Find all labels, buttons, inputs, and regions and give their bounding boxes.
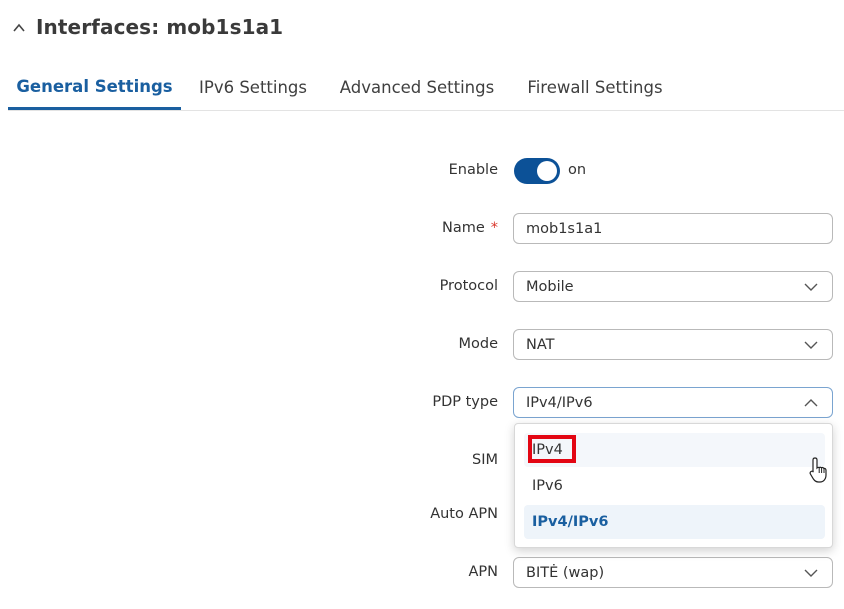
annotation-highlight-box bbox=[528, 435, 576, 463]
mode-value: NAT bbox=[526, 336, 555, 353]
mode-select[interactable]: NAT bbox=[513, 329, 833, 360]
name-label-text: Name bbox=[441, 220, 485, 236]
protocol-label: Protocol bbox=[439, 278, 498, 294]
chevron-down-icon bbox=[804, 283, 818, 291]
apn-value: BITĖ (wap) bbox=[526, 564, 605, 581]
chevron-up-icon bbox=[804, 399, 818, 407]
hand-pointer-icon bbox=[809, 457, 827, 483]
option-ipv4[interactable]: IPv4 bbox=[524, 433, 825, 467]
option-ipv4-ipv6[interactable]: IPv4/IPv6 bbox=[524, 505, 825, 539]
chevron-down-icon bbox=[804, 569, 818, 577]
tab-ipv6-settings[interactable]: IPv6 Settings bbox=[181, 66, 325, 109]
enable-state-text: on bbox=[568, 162, 587, 178]
pdp-type-value: IPv4/IPv6 bbox=[526, 394, 593, 411]
apn-select[interactable]: BITĖ (wap) bbox=[513, 557, 833, 588]
pdp-type-dropdown: IPv4 IPv6 IPv4/IPv6 bbox=[514, 423, 833, 548]
required-marker: * bbox=[490, 220, 498, 236]
tab-firewall-settings[interactable]: Firewall Settings bbox=[509, 66, 681, 109]
sim-label: SIM bbox=[472, 452, 498, 468]
page-title: Interfaces: mob1s1a1 bbox=[36, 15, 284, 39]
tab-bar: General Settings IPv6 Settings Advanced … bbox=[8, 66, 844, 111]
name-input[interactable] bbox=[526, 220, 820, 237]
mode-label: Mode bbox=[458, 336, 498, 352]
pdp-type-select[interactable]: IPv4/IPv6 bbox=[513, 387, 833, 418]
name-field-wrapper bbox=[513, 213, 833, 244]
page-header: Interfaces: mob1s1a1 bbox=[12, 12, 283, 42]
toggle-knob bbox=[537, 161, 557, 181]
option-ipv6[interactable]: IPv6 bbox=[524, 469, 825, 503]
tab-general-settings[interactable]: General Settings bbox=[8, 66, 181, 110]
apn-label: APN bbox=[468, 564, 498, 580]
pdp-type-label: PDP type bbox=[432, 394, 498, 410]
chevron-down-icon bbox=[804, 341, 818, 349]
enable-toggle[interactable] bbox=[514, 158, 560, 184]
auto-apn-label: Auto APN bbox=[430, 506, 498, 522]
tab-advanced-settings[interactable]: Advanced Settings bbox=[325, 66, 509, 109]
name-label: Name * bbox=[442, 220, 498, 236]
protocol-value: Mobile bbox=[526, 278, 574, 295]
enable-label: Enable bbox=[448, 162, 498, 178]
protocol-select[interactable]: Mobile bbox=[513, 271, 833, 302]
chevron-up-icon[interactable] bbox=[12, 20, 26, 34]
